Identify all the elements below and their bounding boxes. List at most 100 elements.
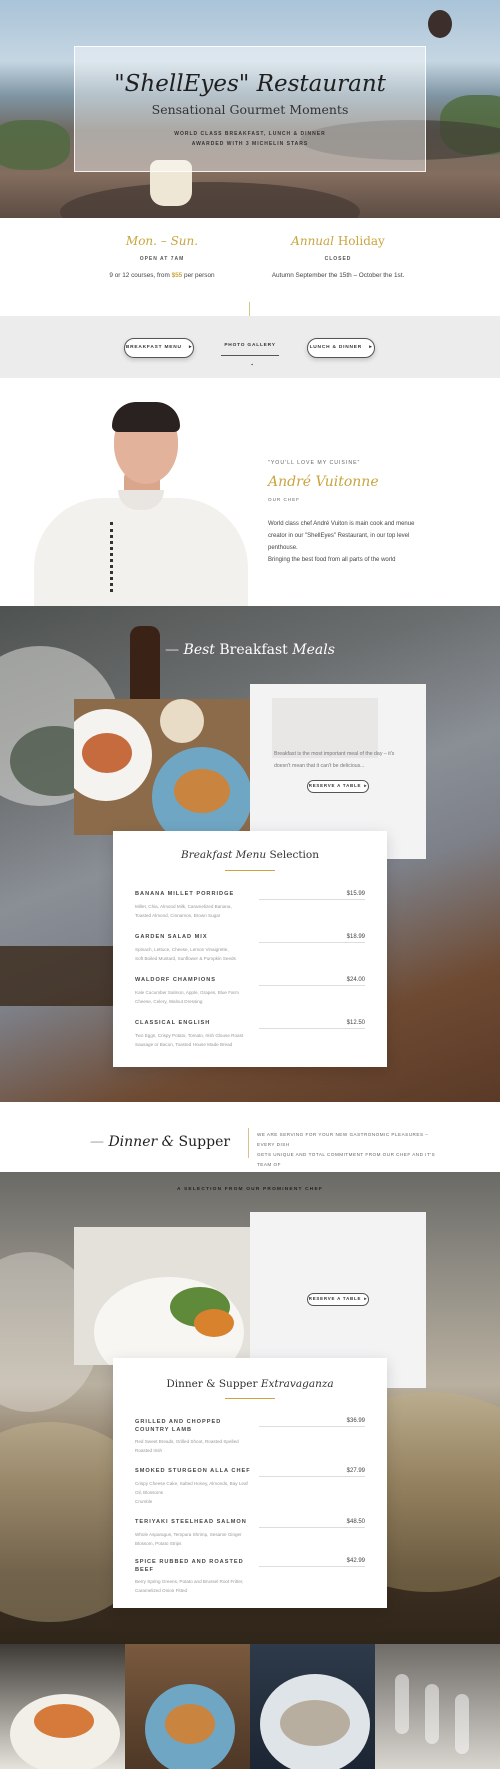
photo-gallery-label: PHOTO GALLERY [224, 343, 276, 348]
menu-item-desc-line: Millet, Chia, Almond Milk, Caramelized B… [135, 904, 232, 909]
dinner-menu-card: Dinner & Supper Extravaganza GRILLED AND… [113, 1358, 387, 1608]
hours-text-pre: 9 or 12 courses, from [109, 272, 172, 279]
menu-item-desc-line: Roasted Irish [135, 1448, 163, 1453]
holiday-caption: CLOSED [324, 256, 352, 262]
menu-item-price: $36.99 [346, 1418, 365, 1424]
hours-text-post: per person [182, 272, 215, 279]
lunch-dinner-label: LUNCH & DINNER [309, 345, 363, 350]
camera-icon: ▪ [251, 363, 254, 368]
gold-divider [225, 1398, 275, 1399]
cup-image [160, 699, 204, 743]
menu-item-price: $27.99 [346, 1468, 365, 1474]
reserve-table-button[interactable]: RESERVE A TABLE ▸ [307, 780, 369, 793]
menu-item-desc-line: Sausage or Bacon, Toasted House Made Bre… [135, 1042, 233, 1047]
waffle-image [174, 769, 230, 813]
menu-item-desc-line: Whole Asparagus, Tempura Shrimp, Sesame … [135, 1532, 242, 1537]
menu-item-name: WALDORF CHAMPIONS [135, 977, 217, 983]
dinner-heading-italic: Dinner [108, 1134, 158, 1150]
hours-caption: OPEN AT 7AM [139, 256, 185, 262]
menu-item-desc-line: Two Eggs, Crispy Potato, Tomato, Irish G… [135, 1033, 244, 1038]
chef-quote: "YOU'LL LOVE MY CUISINE" [268, 460, 361, 466]
menu-item-line [259, 1527, 365, 1528]
breakfast-menu-title-rest: Selection [266, 849, 319, 861]
menu-item-name: BANANA MILLET PORRIDGE [135, 891, 235, 897]
dinner-heading: — Dinner & Supper [90, 1134, 231, 1150]
chef-photo [34, 498, 248, 606]
hero-section: "ShellEyes" Restaurant Sensational Gourm… [0, 0, 500, 218]
gallery-photo[interactable] [250, 1644, 375, 1769]
holiday-text: Autumn September the 15th – October the … [271, 272, 405, 279]
breakfast-heading-italic2: Meals [292, 642, 335, 658]
holiday-title: Annual Holiday [258, 234, 418, 248]
menu-item-desc-line: Caramelized Onion Fitted [135, 1588, 188, 1593]
breakfast-intro-line: doesn't mean that it can't be delicious.… [274, 763, 365, 769]
gallery-photo[interactable] [375, 1644, 500, 1769]
menu-item-desc: Spinach, Lettuce, Cheese, Lemon Vinaigre… [135, 945, 255, 963]
gallery-photo[interactable] [125, 1644, 250, 1769]
breakfast-menu-card: Breakfast Menu Selection BANANA MILLET P… [113, 831, 387, 1067]
hero-subtitle: Sensational Gourmet Moments [151, 102, 349, 117]
menu-item-desc-line: Red Sweet Breads, Grilled Shoot, Roasted… [135, 1439, 239, 1444]
hero-title-box: "ShellEyes" Restaurant Sensational Gourm… [74, 46, 426, 172]
lamp-image [428, 10, 452, 38]
menu-item-desc-line: Oil, Blossoms [135, 1490, 164, 1495]
menu-item-desc: Kale Cucumber Salmon, Apple, Grapes, Blu… [135, 988, 255, 1006]
menu-item-desc: Red Sweet Breads, Grilled Shoot, Roasted… [135, 1437, 255, 1455]
menu-item-line [259, 1028, 365, 1029]
menu-item-name: SPICE RUBBED AND ROASTED BEEF [135, 1558, 244, 1574]
menu-item-desc-line: Berry Spring Greens, Potato and Brussel … [135, 1579, 244, 1584]
reserve-table-label: RESERVE A TABLE [308, 1296, 362, 1301]
dinner-intro-line: WE ARE SERVING FOR YOUR NEW GASTRONOMIC … [257, 1132, 429, 1147]
breakfast-menu-title: Breakfast Menu Selection [113, 849, 387, 861]
reserve-table-button[interactable]: RESERVE A TABLE ▸ [307, 1293, 369, 1306]
breakfast-menu-label: BREAKFAST MENU [125, 345, 182, 350]
menu-item-desc: Millet, Chia, Almond Milk, Caramelized B… [135, 902, 255, 920]
menu-item-desc: Two Eggs, Crispy Potato, Tomato, Irish G… [135, 1031, 255, 1049]
menu-item-price: $24.00 [346, 977, 365, 983]
menu-item-price: $48.50 [346, 1519, 365, 1525]
glass-image [455, 1694, 469, 1754]
breakfast-menu-button[interactable]: BREAKFAST MENU ▸ [124, 338, 194, 358]
dinner-intro-line: GETS UNIQUE AND TOTAL COMMITMENT FROM OU… [257, 1152, 436, 1167]
chef-bio: World class chef André Vuiton is main co… [268, 518, 414, 566]
menu-item-desc-line: Crispy Cheese Cake, Salted Honey, Almond… [135, 1481, 248, 1486]
photo-gallery-button[interactable]: PHOTO GALLERY ▪ [221, 336, 279, 368]
menu-item-line [259, 1426, 365, 1427]
gallery-photo[interactable] [0, 1644, 125, 1769]
hours-title: Mon. – Sun. [125, 234, 199, 248]
lunch-dinner-button[interactable]: LUNCH & DINNER ▸ [307, 338, 375, 358]
hours-text: 9 or 12 courses, from $55 per person [67, 272, 257, 279]
play-icon: ▸ [369, 345, 373, 350]
dinner-heading-amp: & [157, 1134, 179, 1150]
menu-item-desc-line: Kale Cucumber Salmon, Apple, Grapes, Blu… [135, 990, 239, 995]
hero-tagline-2: AWARDED WITH 3 MICHELIN STARS [191, 141, 309, 147]
hero-title: "ShellEyes" Restaurant [114, 71, 386, 97]
menu-item-name: TERIYAKI STEELHEAD SALMON [135, 1519, 247, 1525]
menu-item-name: GRILLED AND CHOPPED COUNTRY LAMB [135, 1418, 221, 1434]
breakfast-intro-line: Breakfast is the most important meal of … [274, 751, 395, 757]
breakfast-photo [74, 699, 250, 835]
menu-item-desc: Crispy Cheese Cake, Salted Honey, Almond… [135, 1479, 255, 1506]
gold-divider [225, 870, 275, 871]
chef-role: OUR CHEF [268, 497, 300, 502]
oysters-image [280, 1700, 350, 1746]
chef-photo [110, 522, 114, 592]
holiday-title-italic: Annual [291, 234, 335, 248]
chef-bio-line: creator in our "ShellEyes" Restaurant, i… [268, 533, 410, 539]
menu-item-line [259, 985, 365, 986]
dinner-menu-title-italic: Extravaganza [260, 1378, 334, 1390]
menu-item-desc-line: Toasted Almond, Cinnamon, Brown Sugar [135, 913, 221, 918]
menu-item-desc: Whole Asparagus, Tempura Shrimp, Sesame … [135, 1530, 255, 1548]
hero-tagline-1: WORLD CLASS BREAKFAST, LUNCH & DINNER [174, 131, 326, 137]
table-image [60, 182, 360, 218]
pancake-image [82, 733, 132, 773]
breakfast-heading-italic: Best [183, 642, 215, 658]
menu-item-desc-line: Blossom, Potato Strips [135, 1541, 182, 1546]
chef-name: André Vuitonne [268, 474, 379, 490]
menu-item-desc-line: Crumble [135, 1499, 153, 1504]
plant-image [0, 120, 70, 170]
tray-image [0, 946, 120, 1006]
menu-item-line [259, 1566, 365, 1567]
menu-item-name-line: COUNTRY LAMB [135, 1427, 193, 1433]
breakfast-heading-mid: Breakfast [214, 642, 293, 658]
